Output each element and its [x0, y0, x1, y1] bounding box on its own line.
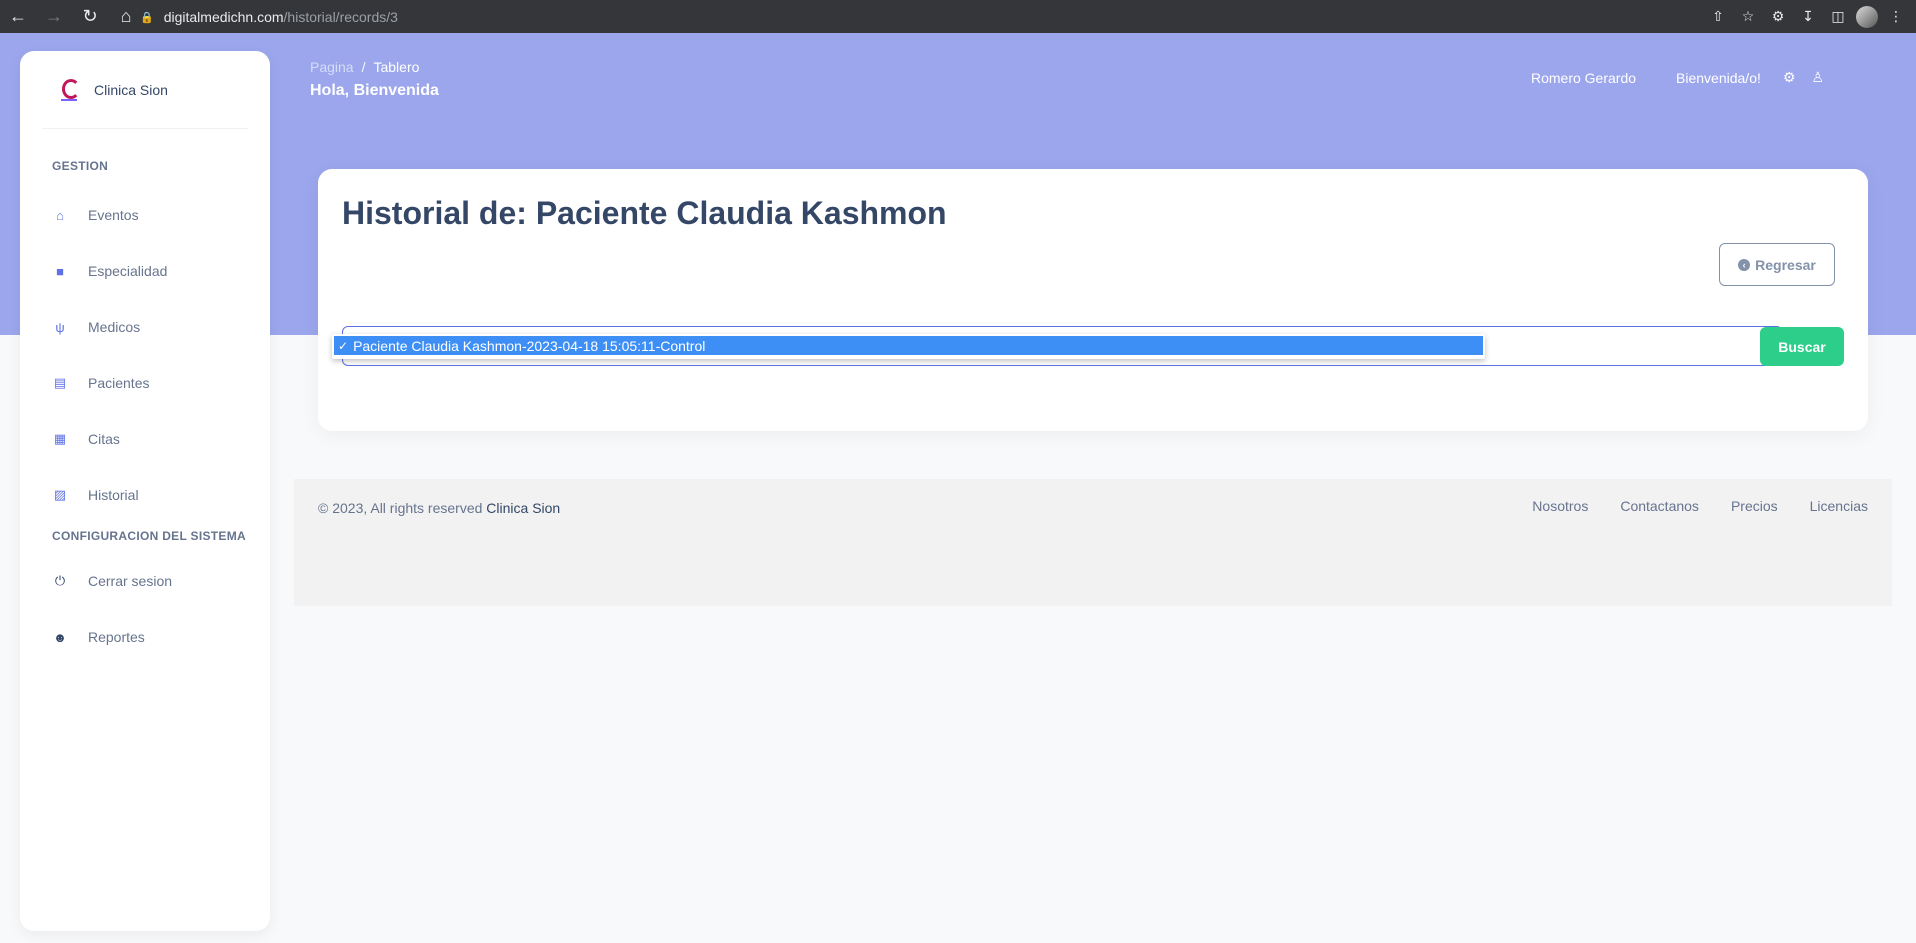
sidebar-item-medicos[interactable]: ψ Medicos: [20, 299, 270, 355]
sidebar-item-label: Citas: [88, 431, 120, 447]
back-button-label: Regresar: [1755, 256, 1816, 273]
sidebar: Clinica Sion GESTION ⌂ Eventos ■ Especia…: [20, 51, 270, 931]
copyright: © 2023, All rights reserved Clinica Sion: [318, 500, 560, 516]
footer-link-nosotros[interactable]: Nosotros: [1532, 498, 1588, 514]
footer-link-contactanos[interactable]: Contactanos: [1620, 498, 1699, 514]
footer: © 2023, All rights reserved Clinica Sion…: [294, 479, 1892, 606]
extensions-icon[interactable]: ⚙: [1766, 5, 1790, 29]
power-icon: ⏻: [54, 573, 66, 588]
circle-arrow-left-icon: ‹: [1738, 258, 1751, 271]
history-card: Historial de: Paciente Claudia Kashmon ‹…: [318, 169, 1868, 431]
section-title-configuracion: CONFIGURACION DEL SISTEMA: [52, 529, 246, 543]
sidebar-item-especialidad[interactable]: ■ Especialidad: [20, 243, 270, 299]
sidebar-brand[interactable]: Clinica Sion: [42, 51, 248, 129]
back-button[interactable]: ‹ Regresar: [1719, 243, 1835, 286]
search-button[interactable]: Buscar: [1760, 327, 1844, 366]
record-select-dropdown: ✓ Paciente Claudia Kashmon-2023-04-18 15…: [332, 334, 1485, 359]
sidebar-item-historial[interactable]: ▨ Historial: [20, 467, 270, 523]
address-bar[interactable]: 🔒 digitalmedichn.com/historial/records/3: [140, 6, 398, 28]
user-name[interactable]: Romero Gerardo: [1531, 70, 1636, 86]
menu-kebab-icon[interactable]: ⋮: [1884, 5, 1908, 29]
sidebar-item-reportes[interactable]: ☻ Reportes: [20, 609, 270, 665]
history-title: Historial de: Paciente Claudia Kashmon: [342, 195, 947, 231]
footer-link-licencias[interactable]: Licencias: [1810, 498, 1868, 514]
sidebar-item-label: Reportes: [88, 629, 145, 645]
star-icon[interactable]: ☆: [1736, 5, 1760, 29]
profile-avatar[interactable]: [1856, 5, 1878, 28]
back-arrow-icon[interactable]: ←: [0, 0, 36, 33]
download-icon[interactable]: ↧: [1796, 5, 1820, 29]
breadcrumb: Pagina / Tablero: [310, 59, 419, 75]
calendar-icon: ▦: [53, 431, 67, 446]
brand-name: Clinica Sion: [94, 81, 168, 98]
forward-arrow-icon[interactable]: →: [36, 0, 72, 33]
sidebar-item-cerrar-sesion[interactable]: ⏻ Cerrar sesion: [20, 553, 270, 609]
browser-toolbar: ← → ↻ ⌂ 🔒 digitalmedichn.com/historial/r…: [0, 0, 1916, 33]
clinic-logo-icon: [60, 78, 80, 101]
sidebar-item-label: Cerrar sesion: [88, 573, 173, 589]
sidebar-item-citas[interactable]: ▦ Citas: [20, 411, 270, 467]
welcome-text: Bienvenida/o!: [1676, 69, 1761, 86]
sidebar-item-label: Historial: [88, 487, 139, 503]
footer-brand-link[interactable]: Clinica Sion: [486, 500, 560, 516]
briefcase-icon: ■: [56, 263, 64, 279]
url-path: /historial/records/3: [283, 9, 398, 25]
sidebar-item-pacientes[interactable]: ▤ Pacientes: [20, 355, 270, 411]
user-icon[interactable]: ♙: [1811, 69, 1824, 86]
user-area: Romero Gerardo Bienvenida/o! ⚙ ♙: [1531, 69, 1824, 86]
bed-icon: ▤: [53, 375, 67, 390]
sidebar-item-label: Pacientes: [88, 375, 150, 391]
sidebar-item-label: Eventos: [88, 207, 139, 223]
share-icon[interactable]: ⇧: [1706, 5, 1730, 29]
breadcrumb-current: Tablero: [373, 59, 420, 75]
gear-icon[interactable]: ⚙: [1783, 69, 1796, 86]
copyright-text: © 2023, All rights reserved: [318, 500, 483, 516]
page-title: Hola, Bienvenida: [310, 82, 439, 99]
sidebar-item-label: Especialidad: [88, 263, 168, 279]
breadcrumb-root[interactable]: Pagina: [310, 59, 354, 75]
record-option[interactable]: ✓ Paciente Claudia Kashmon-2023-04-18 15…: [334, 336, 1483, 355]
footer-links: Nosotros Contactanos Precios Licencias: [1532, 498, 1868, 514]
user-gear-icon: ☻: [53, 629, 67, 645]
home-icon: ⌂: [56, 207, 64, 223]
section-title-gestion: GESTION: [52, 159, 109, 173]
sidepanel-icon[interactable]: ◫: [1826, 5, 1850, 29]
breadcrumb-separator: /: [361, 59, 366, 75]
sidebar-item-eventos[interactable]: ⌂ Eventos: [20, 187, 270, 243]
footer-link-precios[interactable]: Precios: [1731, 498, 1778, 514]
lock-icon: 🔒: [140, 11, 154, 24]
checkmark-icon: ✓: [338, 338, 349, 353]
home-icon[interactable]: ⌂: [108, 0, 144, 33]
stethoscope-icon: ψ: [55, 319, 65, 335]
address-book-icon: ▨: [53, 487, 67, 502]
reload-icon[interactable]: ↻: [72, 0, 108, 33]
sidebar-item-label: Medicos: [88, 319, 141, 335]
url-host: digitalmedichn.com: [163, 9, 284, 25]
record-option-label: Paciente Claudia Kashmon-2023-04-18 15:0…: [353, 337, 706, 354]
